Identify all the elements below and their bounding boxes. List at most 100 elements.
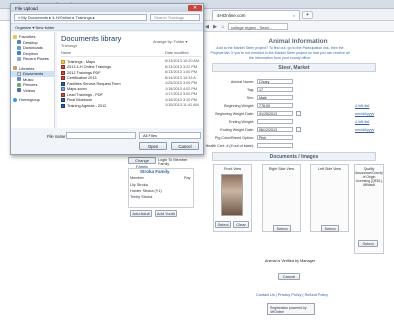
clear-button[interactable]: Clear — [233, 221, 249, 228]
doc-title: Front View — [223, 167, 242, 171]
sex-select[interactable]: Male — [257, 95, 293, 100]
tab-label: 4HOnline.com — [217, 13, 246, 18]
health-cert-input[interactable] — [257, 143, 293, 148]
col-pay: Pay — [184, 176, 191, 180]
verified-note: Animal is Verified by Manager — [264, 259, 316, 263]
file-upload-dialog: File Upload ✕ « My Documents ▸ 4-H/Onlin… — [10, 3, 204, 155]
dialog-toolbar[interactable]: Organize ▾ New folder — [11, 23, 203, 31]
ending-weight-input[interactable] — [257, 119, 293, 124]
video-icon — [17, 88, 21, 93]
pdf-icon — [61, 70, 65, 75]
folder-icon — [61, 59, 65, 64]
pig-color-input[interactable]: Pink — [257, 135, 293, 140]
forward-icon[interactable]: ▶ — [212, 24, 218, 30]
col-name[interactable]: Name — [61, 51, 165, 56]
dialog-nav-pane: Favorites Desktop Downloads Dropbox Rece… — [11, 32, 55, 128]
footer-links[interactable]: Contact Us | Privacy Policy | Refund Pol… — [250, 293, 334, 297]
date-format-link[interactable]: mm/dd/yyyy — [355, 128, 374, 132]
desktop-icon — [17, 40, 21, 45]
homegroup-icon — [13, 97, 17, 102]
beginning-weight-input[interactable]: 776.00 — [257, 103, 293, 108]
intro-text: Add to the Market Steer project? To find… — [210, 46, 350, 60]
word-doc-icon — [61, 98, 65, 103]
new-tab-button[interactable]: + — [302, 11, 313, 19]
file-list-header: Name Date modified — [61, 51, 201, 57]
tag-input[interactable]: 17 — [257, 87, 293, 92]
nav-recent-places[interactable]: Recent Places — [11, 56, 54, 62]
download-icon — [17, 45, 21, 50]
library-title: Documents library — [61, 34, 122, 43]
label-health-cert: Health Cert. # (if out of state): — [205, 144, 254, 148]
word-doc-icon — [61, 81, 65, 86]
select-button[interactable]: Select — [358, 240, 378, 247]
label-animal-name: Animal Name: — [230, 80, 254, 84]
change-family-button[interactable]: Change Family — [128, 157, 156, 169]
open-button[interactable]: Open — [139, 142, 167, 150]
col-date[interactable]: Date modified — [165, 51, 201, 56]
label-ending-weight-date: Ending Weight Date: — [220, 128, 254, 132]
select-button[interactable]: Select — [321, 225, 339, 232]
word-doc-icon — [61, 103, 65, 108]
dialog-title: File Upload — [15, 5, 38, 11]
file-icon — [61, 87, 65, 92]
file-name-input[interactable] — [66, 132, 136, 139]
add-youth-button[interactable]: Add Youth — [155, 210, 177, 217]
weight-unit-link[interactable]: 4-Wk-lb6 — [355, 104, 369, 108]
animal-name-input[interactable]: Chuey — [257, 79, 293, 84]
member-row[interactable]: Trinity Stroka — [130, 195, 152, 199]
select-button[interactable]: Select — [273, 225, 291, 232]
cancel-button[interactable]: Cancel — [278, 273, 300, 280]
dialog-titlebar: File Upload — [11, 4, 203, 12]
pdf-icon — [61, 65, 65, 70]
address-bar[interactable]: college region - Searl... — [228, 23, 288, 30]
file-row[interactable]: Training Agenda - 2012 1/15/2013 11:41 AM — [61, 103, 201, 108]
nav-homegroup[interactable]: Homegroup — [11, 97, 54, 103]
back-icon[interactable]: ◀ — [204, 24, 210, 30]
music-icon — [17, 77, 21, 82]
dialog-search-input[interactable]: Search Trainings — [150, 14, 200, 21]
label-beginning-weight-date: Beginning Weight Date: — [215, 112, 254, 116]
family-title: Stroka Family — [140, 169, 170, 174]
weight-unit-link[interactable]: 4-Wk-lb6 — [355, 120, 369, 124]
document-icon — [17, 71, 21, 76]
beginning-weight-date-input[interactable]: 01/25/2013 — [257, 111, 293, 116]
right-side-view-box: Right Side View — [262, 164, 301, 232]
star-icon — [13, 34, 17, 39]
arrange-by-dropdown[interactable]: Arrange by: Folder ▾ — [153, 39, 187, 44]
cancel-button[interactable]: Cancel — [171, 142, 199, 150]
powered-by-badge: Registration powered by 4HOnline — [267, 303, 315, 315]
section-steer-market: Steer, Market — [212, 63, 376, 72]
ending-weight-date-input[interactable]: 06/12/2013 — [257, 127, 293, 132]
recent-icon — [17, 56, 21, 61]
home-icon[interactable]: ⌂ — [220, 24, 226, 30]
close-icon[interactable]: ✕ — [188, 5, 202, 11]
library-subtitle: Trainings — [61, 43, 78, 48]
date-format-link[interactable]: mm/dd/yyyy — [355, 112, 374, 116]
login-member-family-link[interactable]: Login To Member Family — [158, 158, 198, 166]
label-sex: Sex: — [246, 96, 254, 100]
col-member: Member — [130, 176, 144, 180]
doc-title: Right Side View — [268, 167, 295, 171]
calendar-icon[interactable] — [296, 111, 301, 116]
member-row[interactable]: Lily Stroka — [130, 183, 148, 187]
browser-tab[interactable]: 4HOnline.com × — [212, 10, 300, 20]
file-type-select[interactable]: All Files — [139, 132, 201, 139]
section-documents: Documents / Images — [212, 152, 376, 161]
pdf-icon — [61, 92, 65, 97]
dropbox-icon — [17, 51, 21, 56]
select-button[interactable]: Select — [215, 221, 231, 228]
label-ending-weight: Ending Weight: — [229, 120, 254, 124]
label-tag: Tag: — [247, 88, 254, 92]
library-icon — [13, 66, 17, 71]
close-tab-icon[interactable]: × — [293, 13, 295, 18]
member-row[interactable]: Hunter Stroka (Y1) — [130, 189, 162, 193]
add-adult-button[interactable]: Add Adult — [130, 210, 152, 217]
label-beginning-weight: Beginning Weight: — [224, 104, 254, 108]
steer-photo — [221, 174, 243, 216]
picture-icon — [17, 82, 21, 87]
page-title: Animal Information — [268, 38, 328, 45]
left-side-view-box: Left Side View — [310, 164, 349, 232]
dialog-address-bar[interactable]: « My Documents ▸ 4-H/Online ▸ Trainings … — [14, 14, 147, 21]
label-pig-color: Pig Color/Breed Option: — [215, 136, 254, 140]
calendar-icon[interactable] — [296, 127, 301, 132]
